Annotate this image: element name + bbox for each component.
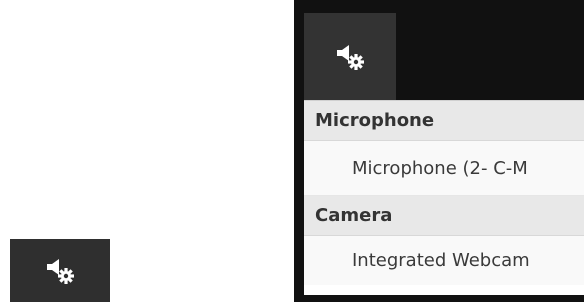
- menu-item-camera-device[interactable]: Integrated Webcam: [304, 236, 584, 285]
- menu-item-microphone-device[interactable]: Microphone (2- C-M: [304, 141, 584, 196]
- speaker-settings-icon: [45, 258, 75, 284]
- screenshot-stage: Microphone Microphone (2- C-M Camera Int…: [0, 0, 584, 302]
- toolbar: [294, 0, 584, 100]
- media-panel: Microphone Microphone (2- C-M Camera Int…: [294, 0, 584, 302]
- device-dropdown-menu: Microphone Microphone (2- C-M Camera Int…: [304, 100, 584, 295]
- audio-settings-toolbar-button[interactable]: [304, 13, 396, 100]
- menu-section-microphone-header: Microphone: [304, 101, 584, 141]
- menu-section-camera-header: Camera: [304, 196, 584, 236]
- audio-settings-button[interactable]: [10, 239, 110, 302]
- speaker-settings-icon: [335, 44, 365, 70]
